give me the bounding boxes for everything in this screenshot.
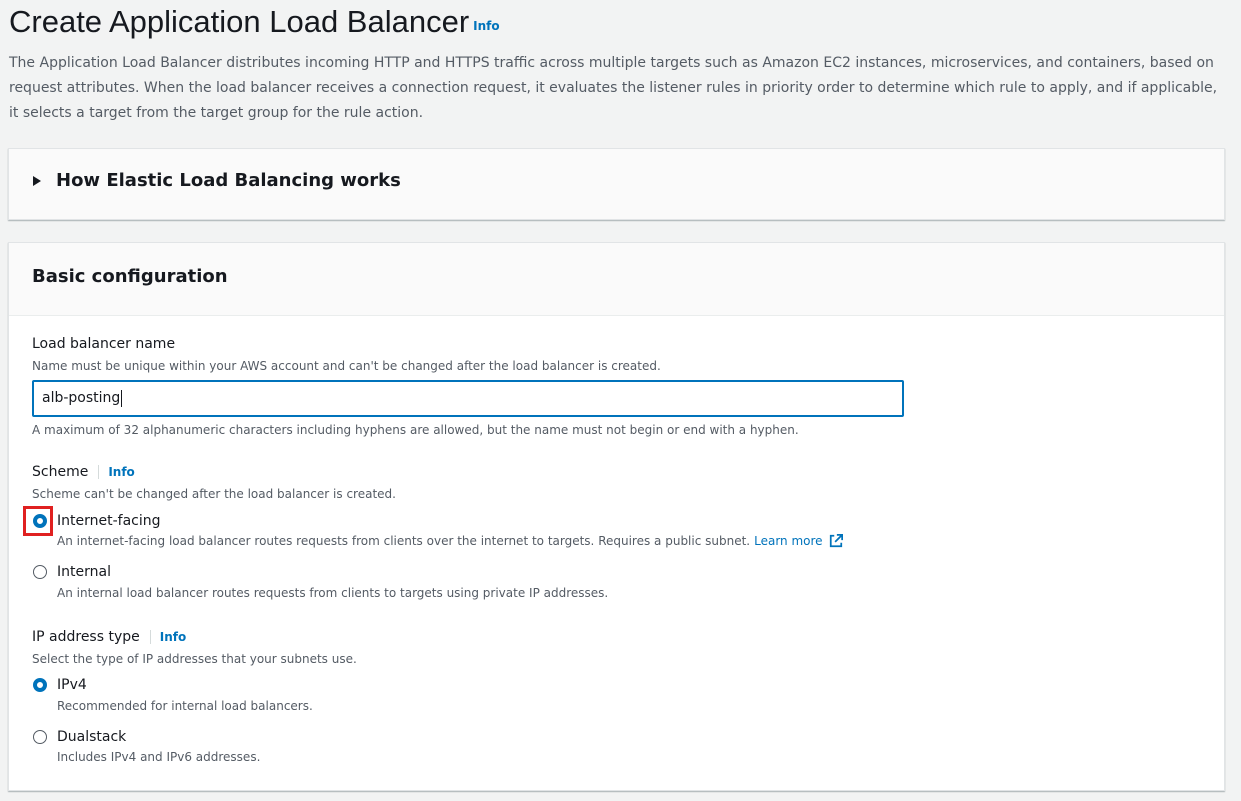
basic-configuration-title: Basic configuration: [32, 266, 228, 287]
external-link-icon[interactable]: [829, 534, 843, 548]
label-separator: [98, 465, 100, 479]
radio-checked-icon[interactable]: [33, 678, 47, 692]
ip-option-ipv4-description: Recommended for internal load balancers.: [57, 699, 313, 713]
scheme-option-description-text: An internet-facing load balancer routes …: [57, 534, 751, 548]
scheme-option-internal-description: An internal load balancer routes request…: [57, 586, 609, 600]
scheme-option-internet-facing-description: An internet-facing load balancer routes …: [57, 534, 843, 548]
scheme-info-link[interactable]: Info: [108, 465, 134, 479]
page-title-text: Create Application Load Balancer: [9, 4, 470, 39]
scheme-label-text: Scheme: [32, 464, 89, 480]
scheme-option-internal[interactable]: Internal: [33, 564, 111, 580]
ip-address-type-label-text: IP address type: [32, 629, 140, 645]
radio-unchecked-icon[interactable]: [33, 565, 47, 579]
highlight-annotation-box: [23, 506, 53, 536]
page-description: The Application Load Balancer distribute…: [9, 55, 1218, 121]
radio-unchecked-icon[interactable]: [33, 730, 47, 744]
ip-option-ipv4[interactable]: IPv4: [33, 677, 87, 693]
how-it-works-panel: How Elastic Load Balancing works: [8, 148, 1225, 220]
load-balancer-name-label: Load balancer name: [32, 336, 175, 352]
scheme-option-label: Internet-facing: [57, 513, 161, 529]
ip-option-dualstack[interactable]: Dualstack: [33, 729, 126, 745]
load-balancer-name-constraint: A maximum of 32 alphanumeric characters …: [32, 423, 799, 437]
text-cursor: [121, 389, 123, 407]
scheme-option-label: Internal: [57, 564, 111, 580]
caret-right-icon: [33, 175, 41, 186]
learn-more-link[interactable]: Learn more: [754, 534, 822, 548]
ip-address-type-label: IP address type Info: [32, 629, 186, 645]
ip-option-dualstack-description: Includes IPv4 and IPv6 addresses.: [57, 750, 261, 764]
load-balancer-name-input[interactable]: alb-posting: [32, 380, 904, 417]
label-separator: [149, 630, 151, 644]
load-balancer-name-description: Name must be unique within your AWS acco…: [32, 359, 661, 373]
how-it-works-label: How Elastic Load Balancing works: [56, 170, 401, 191]
load-balancer-name-label-text: Load balancer name: [32, 336, 176, 352]
ip-option-label: Dualstack: [57, 729, 127, 745]
how-it-works-toggle[interactable]: How Elastic Load Balancing works: [33, 170, 401, 191]
scheme-description: Scheme can't be changed after the load b…: [32, 487, 396, 501]
ip-option-label: IPv4: [57, 677, 87, 693]
basic-configuration-panel: Basic configuration Load balancer name N…: [8, 242, 1225, 791]
load-balancer-name-value: alb-posting: [42, 390, 121, 406]
ip-address-type-description: Select the type of IP addresses that you…: [32, 652, 357, 666]
scheme-label: Scheme Info: [32, 464, 135, 480]
page-title: Create Application Load Balancer Info: [9, 4, 500, 40]
title-info-link[interactable]: Info: [473, 19, 499, 33]
ip-address-type-info-link[interactable]: Info: [160, 630, 186, 644]
basic-configuration-header: Basic configuration: [9, 243, 1224, 316]
